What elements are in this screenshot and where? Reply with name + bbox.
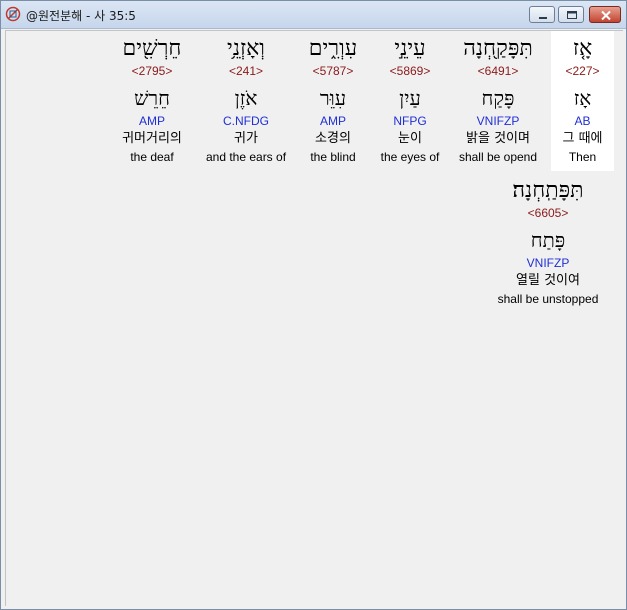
close-icon (601, 10, 611, 21)
verse-analysis-panel: אָ֤ז <227> אָז AB 그 때에 Then תִּפָּקַ֖חְנ… (5, 30, 623, 606)
hebrew-word: עֵינֵ֣י (394, 36, 426, 61)
hebrew-root: חֵרֵשׁ (134, 86, 170, 110)
word-column[interactable]: עֵינֵ֣י <5869> עַיִן NFPG 눈이 the eyes of (374, 35, 446, 165)
english-gloss: the deaf (130, 150, 174, 164)
morphology-code: VNIFZP (526, 256, 570, 270)
english-gloss: Then (568, 150, 597, 164)
korean-gloss: 열릴 것이여 (516, 273, 580, 288)
word-column[interactable]: וְאָזְנֵ֥י <241> אֹזֶן C.NFDG 귀가 and the… (200, 35, 292, 165)
hebrew-word: תִּפָּקַ֖חְנָה (463, 36, 533, 61)
title-bar[interactable]: @원전분해 - 사 35:5 (1, 1, 626, 29)
hebrew-root: אָז (573, 86, 592, 110)
strong-number[interactable]: <227> (551, 63, 614, 79)
hebrew-word: חֵרְשִׁ֖ים (122, 36, 182, 61)
strong-number[interactable]: <241> (200, 63, 292, 79)
korean-gloss: 밝을 것이며 (466, 131, 530, 146)
hebrew-root: עִוֵּר (319, 86, 347, 110)
morphology-code: VNIFZP (476, 114, 520, 128)
hebrew-root: עַיִן (399, 86, 421, 110)
word-column[interactable]: עִוְרִ֑ים <5787> עִוֵּר AMP 소경의 the blin… (296, 35, 370, 165)
english-gloss: shall be opend (458, 150, 538, 164)
hebrew-root: אֹזֶן (234, 86, 258, 110)
hebrew-word: וְאָזְנֵ֥י (227, 36, 265, 61)
maximize-icon (567, 11, 577, 19)
strong-number[interactable]: <5869> (374, 63, 446, 79)
hebrew-word: תִּפָּתַֽחְנָה׃ (512, 178, 584, 203)
korean-gloss: 눈이 (398, 131, 422, 146)
maximize-button[interactable] (558, 6, 584, 23)
korean-gloss: 그 때에 (562, 131, 603, 146)
hebrew-root: פָּקַח (481, 86, 515, 110)
morphology-code: AMP (138, 114, 165, 128)
bible-app-icon (5, 6, 21, 22)
korean-gloss: 귀가 (234, 131, 258, 146)
strong-number[interactable]: <2795> (112, 63, 192, 79)
strong-number[interactable]: <5787> (296, 63, 370, 79)
window-title: @원전분해 - 사 35:5 (26, 9, 136, 23)
english-gloss: shall be unstopped (497, 292, 599, 306)
minimize-icon (539, 17, 547, 19)
close-button[interactable] (589, 6, 621, 23)
word-column[interactable]: תִּפָּקַ֖חְנָה <6491> פָּקַח VNIFZP 밝을 것… (450, 35, 546, 165)
word-column[interactable]: אָ֤ז <227> אָז AB 그 때에 Then (551, 35, 614, 165)
morphology-code: NFPG (393, 114, 427, 128)
morphology-code: AB (574, 114, 591, 128)
hebrew-root: פָּתַח (530, 228, 566, 252)
app-window: @원전분해 - 사 35:5 אָ֤ז <227> אָז AB 그 때에 Th… (0, 0, 627, 610)
korean-gloss: 귀머거리의 (122, 131, 182, 146)
strong-number[interactable]: <6491> (450, 63, 546, 79)
morphology-code: AMP (319, 114, 346, 128)
korean-gloss: 소경의 (315, 131, 351, 146)
morphology-code: C.NFDG (223, 114, 269, 128)
strong-number[interactable]: <6605> (490, 205, 606, 221)
minimize-button[interactable] (529, 6, 555, 23)
hebrew-word: אָ֤ז (572, 36, 593, 61)
hebrew-word: עִוְרִ֑ים (308, 36, 358, 61)
english-gloss: the blind (310, 150, 356, 164)
english-gloss: the eyes of (380, 150, 440, 164)
word-column[interactable]: חֵרְשִׁ֖ים <2795> חֵרֵשׁ AMP 귀머거리의 the d… (112, 35, 192, 165)
english-gloss: and the ears of (205, 150, 287, 164)
word-column[interactable]: תִּפָּתַֽחְנָה׃ <6605> פָּתַח VNIFZP 열릴 … (490, 177, 606, 307)
